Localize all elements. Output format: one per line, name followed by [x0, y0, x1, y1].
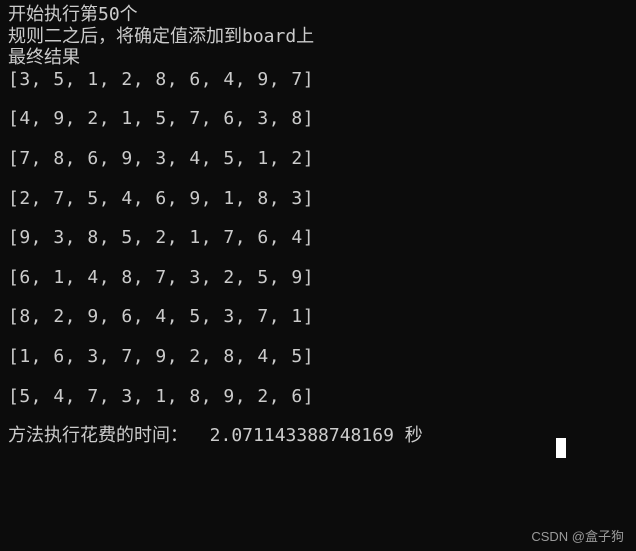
blank-line [8, 209, 628, 227]
blank-line [8, 288, 628, 306]
matrix-row: [6, 1, 4, 8, 7, 3, 2, 5, 9] [8, 267, 628, 289]
matrix-row: [1, 6, 3, 7, 9, 2, 8, 4, 5] [8, 346, 628, 368]
matrix-row: [8, 2, 9, 6, 4, 5, 3, 7, 1] [8, 306, 628, 328]
matrix-row: [7, 8, 6, 9, 3, 4, 5, 1, 2] [8, 148, 628, 170]
blank-line [8, 170, 628, 188]
timing-line: 方法执行花费的时间： 2.071143388748169 秒 [8, 425, 628, 447]
blank-line [8, 368, 628, 386]
blank-line [8, 130, 628, 148]
header-line-2: 规则二之后，将确定值添加到board上 [8, 26, 628, 48]
matrix-row: [5, 4, 7, 3, 1, 8, 9, 2, 6] [8, 386, 628, 408]
blank-line [8, 90, 628, 108]
csdn-watermark: CSDN @盒子狗 [531, 529, 624, 545]
matrix-row: [9, 3, 8, 5, 2, 1, 7, 6, 4] [8, 227, 628, 249]
blank-line [8, 249, 628, 267]
header-line-3: 最终结果 [8, 47, 628, 69]
matrix-row: [3, 5, 1, 2, 8, 6, 4, 9, 7] [8, 69, 628, 91]
matrix-row: [4, 9, 2, 1, 5, 7, 6, 3, 8] [8, 108, 628, 130]
header-line-1: 开始执行第50个 [8, 4, 628, 26]
blank-line [8, 407, 628, 425]
matrix-row: [2, 7, 5, 4, 6, 9, 1, 8, 3] [8, 188, 628, 210]
blank-line [8, 328, 628, 346]
terminal-cursor [556, 438, 566, 458]
